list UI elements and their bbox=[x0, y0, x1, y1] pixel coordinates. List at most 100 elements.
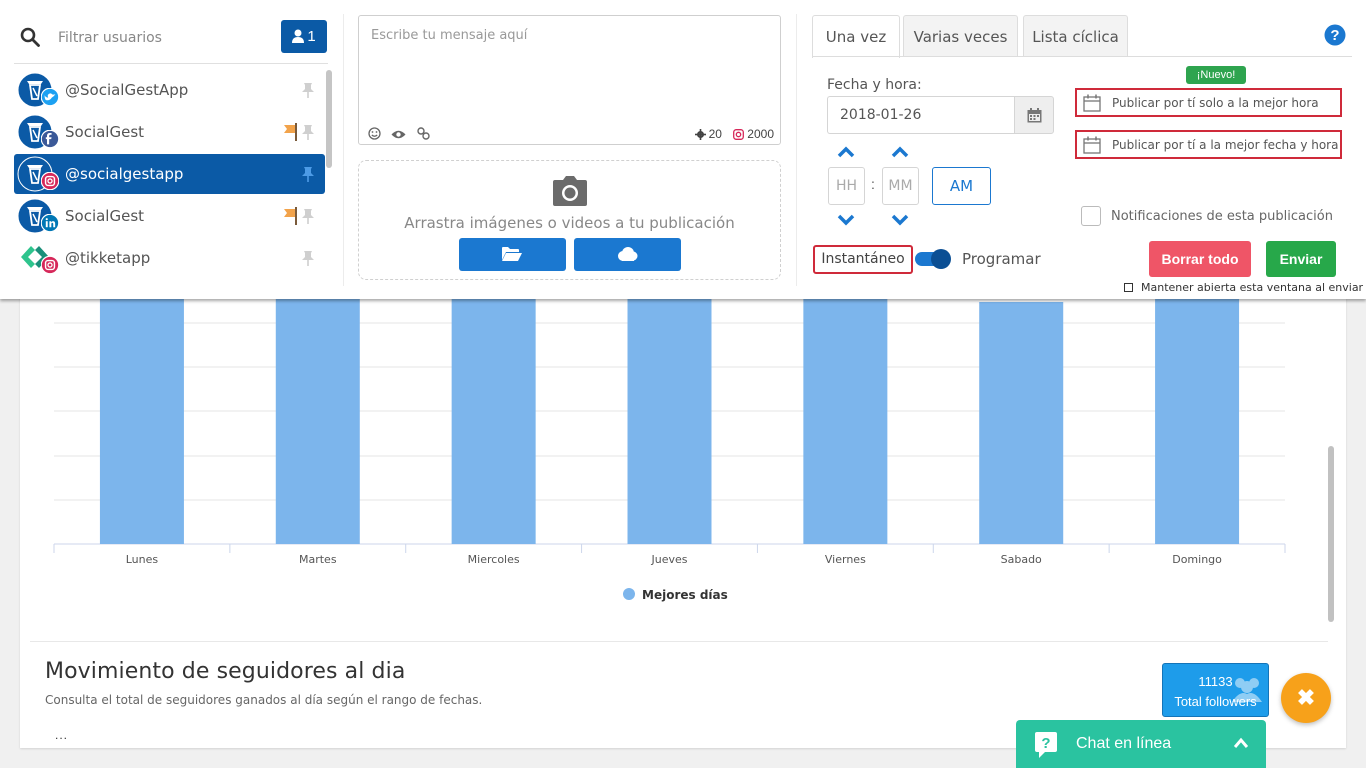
help-chat-icon: ? bbox=[1035, 732, 1057, 758]
instant-label[interactable]: Instantáneo bbox=[813, 245, 913, 274]
calendar-button[interactable] bbox=[1014, 96, 1054, 134]
instagram-icon bbox=[41, 172, 59, 190]
date-input[interactable] bbox=[827, 96, 1015, 134]
selected-users-button[interactable]: 1 bbox=[281, 20, 327, 53]
keep-open-label: Mantener abierta esta ventana al enviar bbox=[1141, 281, 1364, 294]
divider bbox=[14, 63, 328, 64]
account-item[interactable]: SocialGest bbox=[14, 196, 325, 236]
tab-lista-ciclica[interactable]: Lista cíclica bbox=[1023, 15, 1128, 57]
notifications-checkbox[interactable] bbox=[1081, 206, 1101, 226]
legend-marker bbox=[623, 588, 635, 600]
link-icon[interactable] bbox=[417, 127, 430, 145]
pin-icon[interactable] bbox=[301, 208, 315, 224]
camera-icon bbox=[553, 176, 587, 206]
bar-domingo[interactable] bbox=[1155, 290, 1240, 544]
bar-sabado[interactable] bbox=[979, 302, 1064, 544]
best-hour-label: Publicar por tí solo a la mejor hora bbox=[1112, 96, 1319, 110]
pin-icon[interactable] bbox=[301, 166, 315, 182]
pin-icon[interactable] bbox=[301, 124, 315, 140]
svg-text:?: ? bbox=[1041, 735, 1050, 752]
message-counters: 20 2000 bbox=[687, 127, 774, 141]
folder-open-icon bbox=[502, 247, 522, 261]
svg-text:?: ? bbox=[1330, 27, 1339, 44]
am-pm-toggle[interactable]: AM bbox=[932, 167, 991, 205]
x-tick-label: Viernes bbox=[825, 553, 866, 566]
best-hour-option[interactable]: Publicar por tí solo a la mejor hora bbox=[1075, 88, 1342, 117]
minute-input[interactable] bbox=[882, 167, 919, 205]
selected-users-count: 1 bbox=[307, 28, 316, 45]
upload-folder-button[interactable] bbox=[459, 238, 566, 271]
help-icon[interactable]: ? bbox=[1324, 24, 1346, 46]
tab-varias-veces[interactable]: Varias veces bbox=[903, 15, 1018, 57]
instagram-icon bbox=[733, 129, 745, 140]
facebook-icon bbox=[41, 130, 59, 148]
twitter-icon bbox=[41, 88, 59, 106]
program-label[interactable]: Programar bbox=[962, 250, 1041, 268]
cloud-icon bbox=[618, 247, 638, 261]
date-time-label: Fecha y hora: bbox=[827, 77, 922, 93]
best-date-option[interactable]: Publicar por tí a la mejor fecha y hora bbox=[1075, 130, 1342, 159]
account-name: @tikketapp bbox=[65, 249, 151, 267]
message-box: 20 2000 bbox=[358, 15, 781, 145]
account-name: SocialGest bbox=[65, 123, 145, 141]
keep-open-checkbox[interactable] bbox=[1124, 283, 1133, 292]
minute-up-chevron-icon[interactable] bbox=[891, 146, 909, 158]
bar-viernes[interactable] bbox=[803, 290, 888, 544]
calendar-outline-icon bbox=[1083, 136, 1101, 154]
account-item[interactable]: @tikketapp bbox=[14, 238, 325, 278]
account-item[interactable]: SocialGest bbox=[14, 112, 325, 152]
best-date-label: Publicar por tí a la mejor fecha y hora bbox=[1112, 138, 1339, 152]
pin-icon[interactable] bbox=[301, 250, 315, 266]
send-button[interactable]: Enviar bbox=[1266, 241, 1336, 277]
linkedin-icon bbox=[41, 214, 59, 232]
pin-icon[interactable] bbox=[301, 82, 315, 98]
notifications-label: Notificaciones de esta publicación bbox=[1111, 209, 1333, 224]
hashtag-counter: 20 bbox=[694, 127, 722, 141]
tab-una-vez[interactable]: Una vez bbox=[812, 15, 900, 58]
calendar-icon bbox=[1027, 108, 1042, 123]
bar-miercoles[interactable] bbox=[451, 290, 536, 544]
hour-input[interactable] bbox=[828, 167, 865, 205]
char-counter: 2000 bbox=[733, 127, 774, 141]
followers-section-subtitle: Consulta el total de seguidores ganados … bbox=[45, 693, 483, 707]
account-item[interactable]: @SocialGestApp bbox=[14, 70, 325, 110]
schedule-toggle[interactable] bbox=[915, 249, 951, 269]
chat-label: Chat en línea bbox=[1076, 735, 1172, 752]
preview-eye-icon[interactable] bbox=[391, 127, 406, 145]
accounts-scrollbar[interactable] bbox=[326, 70, 332, 168]
hour-down-chevron-icon[interactable] bbox=[837, 214, 855, 226]
section-divider bbox=[30, 641, 1328, 642]
message-tools bbox=[368, 127, 436, 141]
message-input[interactable] bbox=[359, 16, 780, 124]
filter-users-input[interactable] bbox=[58, 26, 258, 50]
bar-jueves[interactable] bbox=[627, 290, 712, 544]
minute-down-chevron-icon[interactable] bbox=[891, 214, 909, 226]
media-drop-zone[interactable]: Arrastra imágenes o videos a tu publicac… bbox=[358, 160, 781, 280]
bar-lunes[interactable] bbox=[99, 290, 184, 544]
tabs-underline bbox=[812, 56, 1352, 57]
best-days-chart: Lunes Martes Miercoles Jueves Viernes Sabado D… bbox=[53, 290, 1286, 602]
live-chat-bar[interactable]: ? Chat en línea bbox=[1016, 720, 1266, 768]
flag-icon bbox=[284, 123, 297, 141]
close-icon: ✖ bbox=[1296, 685, 1316, 710]
x-tick-label: Domingo bbox=[1172, 553, 1222, 566]
flag-icon bbox=[284, 207, 297, 225]
account-item[interactable]: @socialgestapp bbox=[14, 154, 325, 194]
upload-cloud-button[interactable] bbox=[574, 238, 681, 271]
total-followers-label: Total followers bbox=[1174, 694, 1257, 709]
column-divider bbox=[343, 14, 344, 286]
x-tick-label: Miercoles bbox=[468, 553, 520, 566]
chevron-up-icon[interactable] bbox=[1234, 737, 1248, 749]
page-scrollbar[interactable] bbox=[1328, 446, 1334, 622]
x-tick-label: Jueves bbox=[651, 553, 688, 566]
hour-up-chevron-icon[interactable] bbox=[837, 146, 855, 158]
account-name: SocialGest bbox=[65, 207, 145, 225]
x-tick-label: Martes bbox=[299, 553, 337, 566]
search-icon[interactable] bbox=[20, 27, 40, 47]
total-followers-box: 11133 Total followers bbox=[1162, 663, 1269, 717]
legend-label[interactable]: Mejores días bbox=[642, 588, 728, 602]
bar-martes[interactable] bbox=[275, 290, 360, 544]
emoji-icon[interactable] bbox=[368, 127, 381, 145]
close-composer-button[interactable]: ✖ bbox=[1281, 673, 1331, 723]
clear-all-button[interactable]: Borrar todo bbox=[1149, 241, 1251, 277]
